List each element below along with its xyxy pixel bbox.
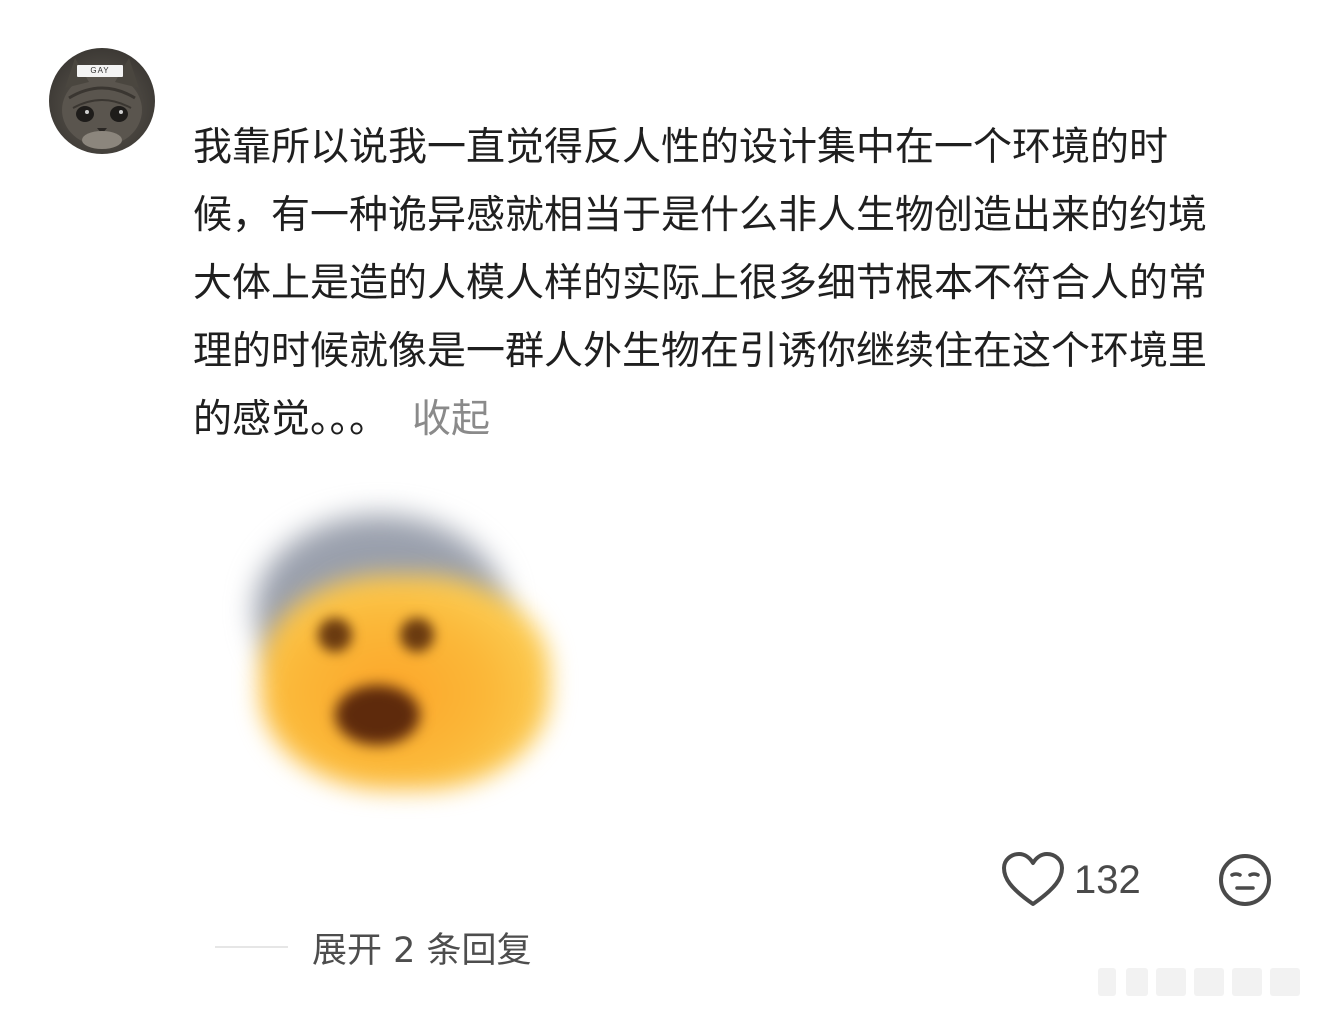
replies-divider <box>215 946 288 948</box>
sticker-left-eye <box>318 618 352 652</box>
shocked-emoji-sticker[interactable] <box>230 500 570 820</box>
expand-replies-label: 展开 2 条回复 <box>312 930 532 971</box>
cat-avatar-icon <box>62 58 142 149</box>
sticker-face <box>260 575 550 790</box>
like-count: 132 <box>1074 857 1141 902</box>
expand-replies-button[interactable]: 展开 2 条回复 <box>215 922 532 972</box>
watermark <box>1098 968 1304 998</box>
sticker-right-eye <box>400 618 434 652</box>
comment-body: 我靠所以说我一直觉得反人性的设计集中在一个环境的时候，有一种诡异感就相当于是什么… <box>193 114 1238 454</box>
sticker-mouth <box>335 685 420 745</box>
comment-text: 我靠所以说我一直觉得反人性的设计集中在一个环境的时候，有一种诡异感就相当于是什么… <box>193 125 1208 442</box>
user-avatar[interactable]: GAY <box>49 48 155 154</box>
heart-outline-icon <box>1002 852 1064 906</box>
neutral-face-icon[interactable] <box>1218 853 1272 907</box>
avatar-tag: GAY <box>77 65 123 77</box>
comment-card: GAY 我靠所以说我一直觉得反人性的设计集中在一个环境的时候，有一种诡异感就相当… <box>0 0 1320 1013</box>
like-button[interactable]: 132 <box>1000 848 1141 912</box>
collapse-link[interactable]: 收起 <box>412 397 490 442</box>
comment-actions: 132 <box>1000 848 1290 912</box>
